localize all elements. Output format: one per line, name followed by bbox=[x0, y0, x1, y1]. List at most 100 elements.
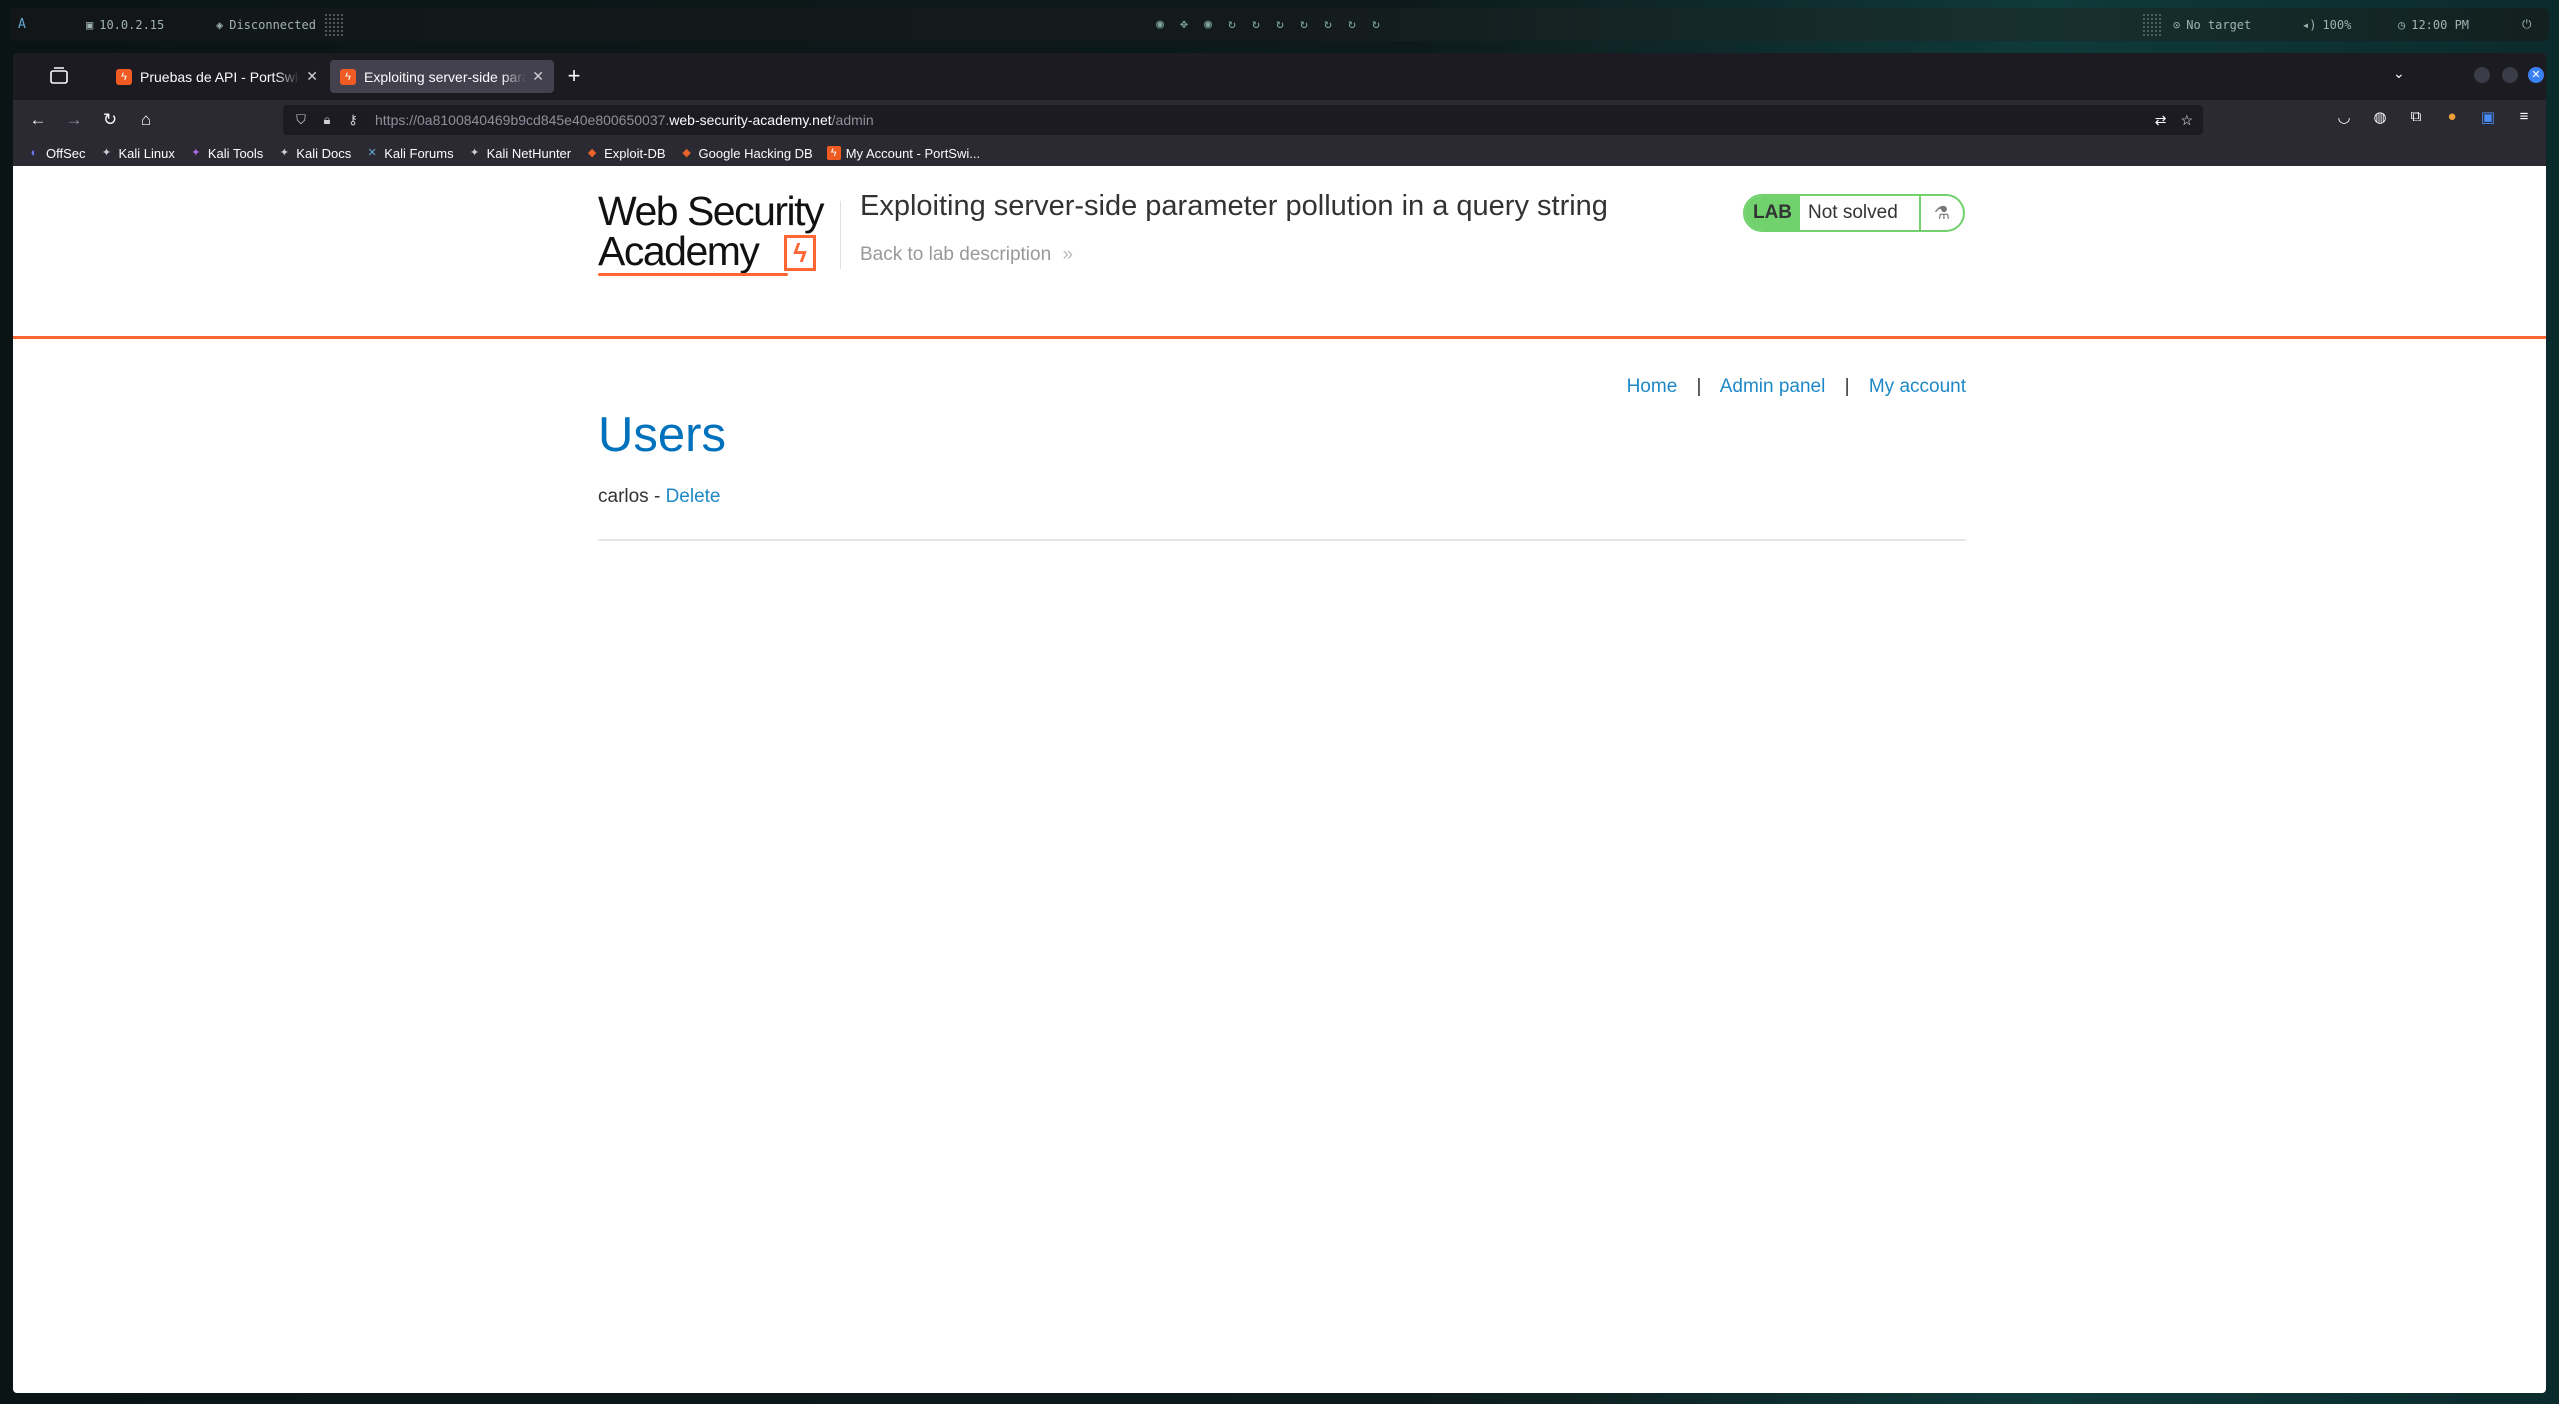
logo-swoosh bbox=[598, 273, 788, 276]
ip-indicator: ▣ 10.0.2.15 bbox=[86, 17, 165, 32]
url-text[interactable]: https://0a8100840469b9cd845e40e800650037… bbox=[375, 112, 874, 128]
web-page: Web Security Academy ϟ Exploiting server… bbox=[13, 166, 2546, 1393]
clock-icon: ◷ bbox=[2398, 17, 2406, 32]
target-indicator: ⊙ No target bbox=[2173, 17, 2252, 32]
tab-bar: ϟ Pruebas de API - PortSwigger ✕ ϟ Explo… bbox=[13, 53, 2546, 100]
extensions-icon[interactable]: ⧉ bbox=[2405, 108, 2427, 126]
translate-icon[interactable]: ⇄ bbox=[2155, 112, 2167, 129]
foxyproxy-icon[interactable]: ● bbox=[2441, 108, 2463, 126]
lab-status-widget: LAB Not solved ⚗ bbox=[1743, 194, 1965, 232]
kali-dragon-icon: ✦ bbox=[469, 147, 480, 159]
nav-my-account-link[interactable]: My account bbox=[1869, 376, 1966, 397]
workspace-3-icon[interactable]: ◉ bbox=[1201, 17, 1215, 32]
header-divider bbox=[840, 201, 841, 269]
close-tab-icon[interactable]: ✕ bbox=[532, 68, 544, 85]
translate-extension-icon[interactable]: ▣ bbox=[2477, 108, 2499, 126]
bookmark-kali-docs[interactable]: ✦ Kali Docs bbox=[277, 146, 352, 161]
target-icon: ⊙ bbox=[2173, 17, 2181, 32]
back-arrow-icon[interactable]: ← bbox=[26, 108, 50, 132]
tab-overview-icon[interactable] bbox=[48, 65, 70, 87]
kali-dragon-icon: ✦ bbox=[101, 147, 112, 159]
home-icon[interactable]: ⌂ bbox=[134, 108, 158, 132]
account-icon[interactable]: ◍ bbox=[2369, 108, 2391, 126]
vpn-indicator: ◈ Disconnected bbox=[216, 17, 316, 32]
bookmark-kali-linux[interactable]: ✦ Kali Linux bbox=[100, 146, 175, 161]
nav-admin-panel-link[interactable]: Admin panel bbox=[1720, 376, 1826, 397]
kali-forums-icon: ✕ bbox=[367, 147, 377, 159]
bookmark-star-icon[interactable]: ☆ bbox=[2180, 112, 2193, 129]
lightning-bolt-icon: ϟ bbox=[784, 235, 816, 271]
web-security-academy-logo[interactable]: Web Security Academy ϟ bbox=[598, 191, 843, 279]
kali-menu-icon[interactable]: A bbox=[18, 8, 26, 41]
maximize-button[interactable] bbox=[2502, 67, 2518, 83]
content-divider bbox=[598, 539, 1966, 541]
dots-decoration bbox=[324, 8, 344, 41]
workspace-7-icon[interactable]: ↻ bbox=[1297, 17, 1311, 32]
double-chevron-right-icon: » bbox=[1062, 244, 1074, 265]
monitor-icon: ▣ bbox=[86, 17, 94, 32]
chevron-down-icon[interactable]: ⌄ bbox=[2393, 65, 2405, 82]
lab-status-text: Not solved bbox=[1808, 202, 1898, 223]
portswigger-favicon-icon: ϟ bbox=[340, 68, 356, 85]
kali-dragon-icon: ✦ bbox=[279, 147, 289, 159]
workspace-5-icon[interactable]: ↻ bbox=[1249, 17, 1263, 32]
workspace-8-icon[interactable]: ↻ bbox=[1321, 17, 1335, 32]
lab-header: Web Security Academy ϟ Exploiting server… bbox=[13, 166, 2546, 339]
workspace-1-icon[interactable]: ◉ bbox=[1153, 17, 1167, 32]
portswigger-favicon-icon: ϟ bbox=[826, 146, 841, 160]
bookmark-exploit-db[interactable]: ◆ Exploit-DB bbox=[585, 146, 666, 161]
reload-icon[interactable]: ↻ bbox=[98, 108, 122, 132]
close-window-button[interactable]: ✕ bbox=[2528, 67, 2544, 83]
top-navigation: Home | Admin panel | My account bbox=[1627, 376, 1966, 398]
portswigger-favicon-icon: ϟ bbox=[116, 68, 132, 85]
nav-separator: | bbox=[1844, 376, 1850, 397]
lab-badge: LAB bbox=[1745, 196, 1800, 230]
browser-window: ϟ Pruebas de API - PortSwigger ✕ ϟ Explo… bbox=[13, 53, 2546, 1393]
power-icon[interactable]: ⏻ bbox=[2522, 8, 2532, 41]
nav-separator: | bbox=[1696, 376, 1702, 397]
desktop-top-bar: A ▣ 10.0.2.15 ◈ Disconnected ◉ ✥ ◉ ↻ ↻ ↻ ↻… bbox=[10, 8, 2549, 41]
bookmarks-bar: ◐ OffSec ✦ Kali Linux ✦ Kali Tools ✦ Kali Do… bbox=[13, 140, 2546, 166]
tab-exploiting-lab[interactable]: ϟ Exploiting server-side parameter pollu… bbox=[330, 60, 554, 93]
users-heading: Users bbox=[598, 408, 726, 462]
offsec-icon: ◐ bbox=[30, 147, 38, 159]
tab-api-testing[interactable]: ϟ Pruebas de API - PortSwigger ✕ bbox=[106, 60, 328, 93]
shield-icon: ◈ bbox=[216, 17, 224, 32]
lab-title: Exploiting server-side parameter polluti… bbox=[860, 190, 1608, 222]
pocket-icon[interactable]: ◡ bbox=[2333, 108, 2355, 126]
bookmark-my-account[interactable]: ϟ My Account - PortSwi... bbox=[826, 146, 980, 161]
bookmark-google-hacking-db[interactable]: ◆ Google Hacking DB bbox=[680, 146, 812, 161]
close-tab-icon[interactable]: ✕ bbox=[306, 68, 318, 85]
delete-user-link[interactable]: Delete bbox=[666, 486, 721, 507]
workspace-6-icon[interactable]: ↻ bbox=[1273, 17, 1287, 32]
clock: ◷ 12:00 PM bbox=[2398, 17, 2470, 32]
menu-hamburger-icon[interactable]: ≡ bbox=[2513, 108, 2535, 126]
kali-tools-icon: ✦ bbox=[191, 147, 201, 159]
workspace-2-icon[interactable]: ✥ bbox=[1177, 17, 1191, 32]
navigation-bar: ← → ↻ ⌂ ⛉ 🔒︎ ⚷ https://0a8100840469b9cd8… bbox=[13, 100, 2546, 140]
speaker-icon: ◂) bbox=[2302, 17, 2317, 32]
key-icon[interactable]: ⚷ bbox=[345, 112, 361, 128]
exploit-db-icon: ◆ bbox=[682, 147, 691, 159]
new-tab-plus-icon[interactable]: + bbox=[560, 63, 588, 89]
exploit-db-icon: ◆ bbox=[587, 147, 597, 159]
tracking-shield-icon[interactable]: ⛉ bbox=[293, 112, 309, 128]
workspace-9-icon[interactable]: ↻ bbox=[1345, 17, 1359, 32]
dots-decoration-right bbox=[2142, 8, 2162, 41]
url-bar[interactable]: ⛉ 🔒︎ ⚷ https://0a8100840469b9cd845e40e80… bbox=[283, 105, 2203, 135]
nav-home-link[interactable]: Home bbox=[1627, 376, 1678, 397]
volume-indicator[interactable]: ◂) 100% bbox=[2302, 8, 2351, 41]
workspace-switcher[interactable]: ◉ ✥ ◉ ↻ ↻ ↻ ↻ ↻ ↻ ↻ bbox=[1153, 8, 1383, 41]
bookmark-kali-tools[interactable]: ✦ Kali Tools bbox=[189, 146, 263, 161]
workspace-4-icon[interactable]: ↻ bbox=[1225, 17, 1239, 32]
workspace-10-icon[interactable]: ↻ bbox=[1369, 17, 1383, 32]
back-to-lab-description-link[interactable]: Back to lab description » bbox=[860, 244, 1073, 266]
username: carlos bbox=[598, 486, 649, 507]
bookmark-kali-nethunter[interactable]: ✦ Kali NetHunter bbox=[468, 146, 571, 161]
bookmark-kali-forums[interactable]: ✕ Kali Forums bbox=[365, 146, 454, 161]
forward-arrow-icon[interactable]: → bbox=[62, 108, 86, 132]
user-list-item: carlos - Delete bbox=[598, 486, 721, 507]
bookmark-offsec[interactable]: ◐ OffSec bbox=[27, 146, 86, 161]
lock-icon[interactable]: 🔒︎ bbox=[319, 112, 335, 128]
minimize-button[interactable] bbox=[2474, 67, 2490, 83]
